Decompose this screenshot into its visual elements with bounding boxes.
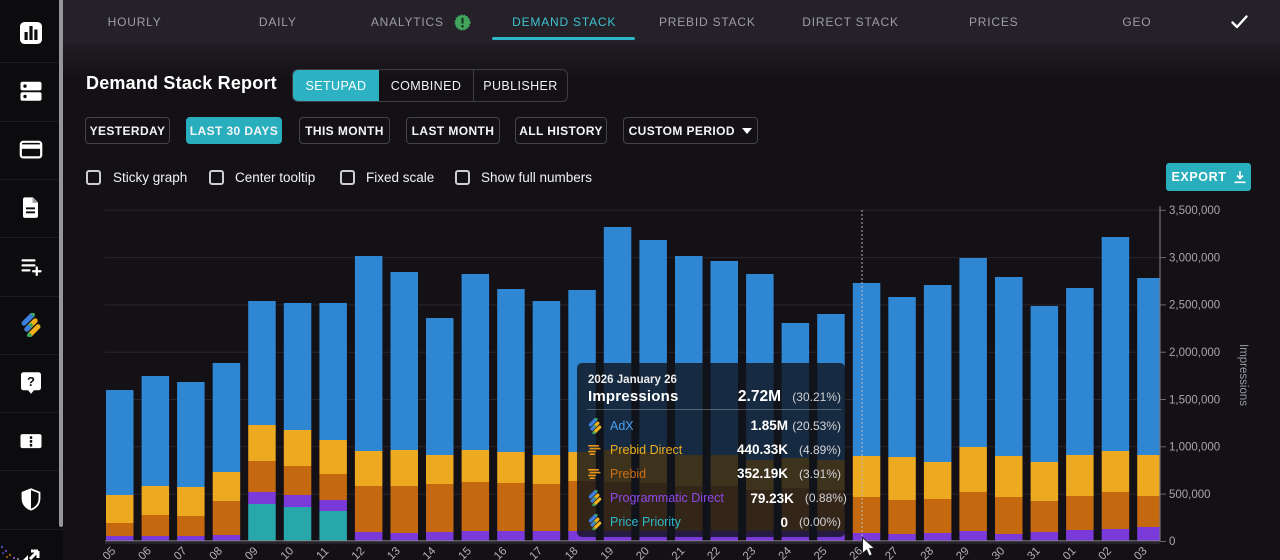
svg-text:0: 0 <box>1169 536 1175 548</box>
svg-text:08: 08 <box>208 545 226 560</box>
svg-text:01: 01 <box>1061 545 1079 560</box>
svg-text:02: 02 <box>1097 545 1115 560</box>
svg-text:18: 18 <box>563 545 581 560</box>
svg-text:2,500,000: 2,500,000 <box>1169 300 1220 312</box>
svg-text:21: 21 <box>670 545 688 560</box>
svg-text:27: 27 <box>883 545 901 560</box>
svg-text:05: 05 <box>101 545 119 560</box>
svg-text:25: 25 <box>812 545 830 560</box>
svg-text:11: 11 <box>315 545 332 560</box>
svg-text:06: 06 <box>136 545 154 560</box>
svg-text:500,000: 500,000 <box>1169 489 1211 501</box>
svg-text:22: 22 <box>705 545 723 560</box>
svg-text:09: 09 <box>243 545 261 560</box>
svg-text:3,000,000: 3,000,000 <box>1169 252 1220 264</box>
svg-text:17: 17 <box>528 545 546 560</box>
svg-text:28: 28 <box>919 545 937 560</box>
svg-text:03: 03 <box>1132 545 1150 560</box>
svg-text:29: 29 <box>954 545 972 560</box>
svg-text:2,000,000: 2,000,000 <box>1169 347 1220 359</box>
svg-text:30: 30 <box>990 545 1008 560</box>
svg-text:3,500,000: 3,500,000 <box>1169 205 1220 217</box>
svg-text:15: 15 <box>457 545 475 560</box>
svg-text:20: 20 <box>634 545 652 560</box>
svg-text:1,000,000: 1,000,000 <box>1169 442 1220 454</box>
svg-text:10: 10 <box>279 545 297 560</box>
svg-text:13: 13 <box>385 545 403 560</box>
svg-text:1,500,000: 1,500,000 <box>1169 394 1220 406</box>
svg-text:14: 14 <box>421 545 439 560</box>
svg-text:16: 16 <box>492 545 510 560</box>
svg-text:23: 23 <box>741 545 759 560</box>
svg-text:24: 24 <box>777 545 795 560</box>
svg-text:19: 19 <box>599 545 617 560</box>
svg-text:07: 07 <box>172 545 190 560</box>
svg-text:Impressions: Impressions <box>1237 344 1249 406</box>
svg-text:31: 31 <box>1025 545 1043 560</box>
svg-text:?: ? <box>27 374 35 389</box>
svg-text:12: 12 <box>350 545 368 560</box>
